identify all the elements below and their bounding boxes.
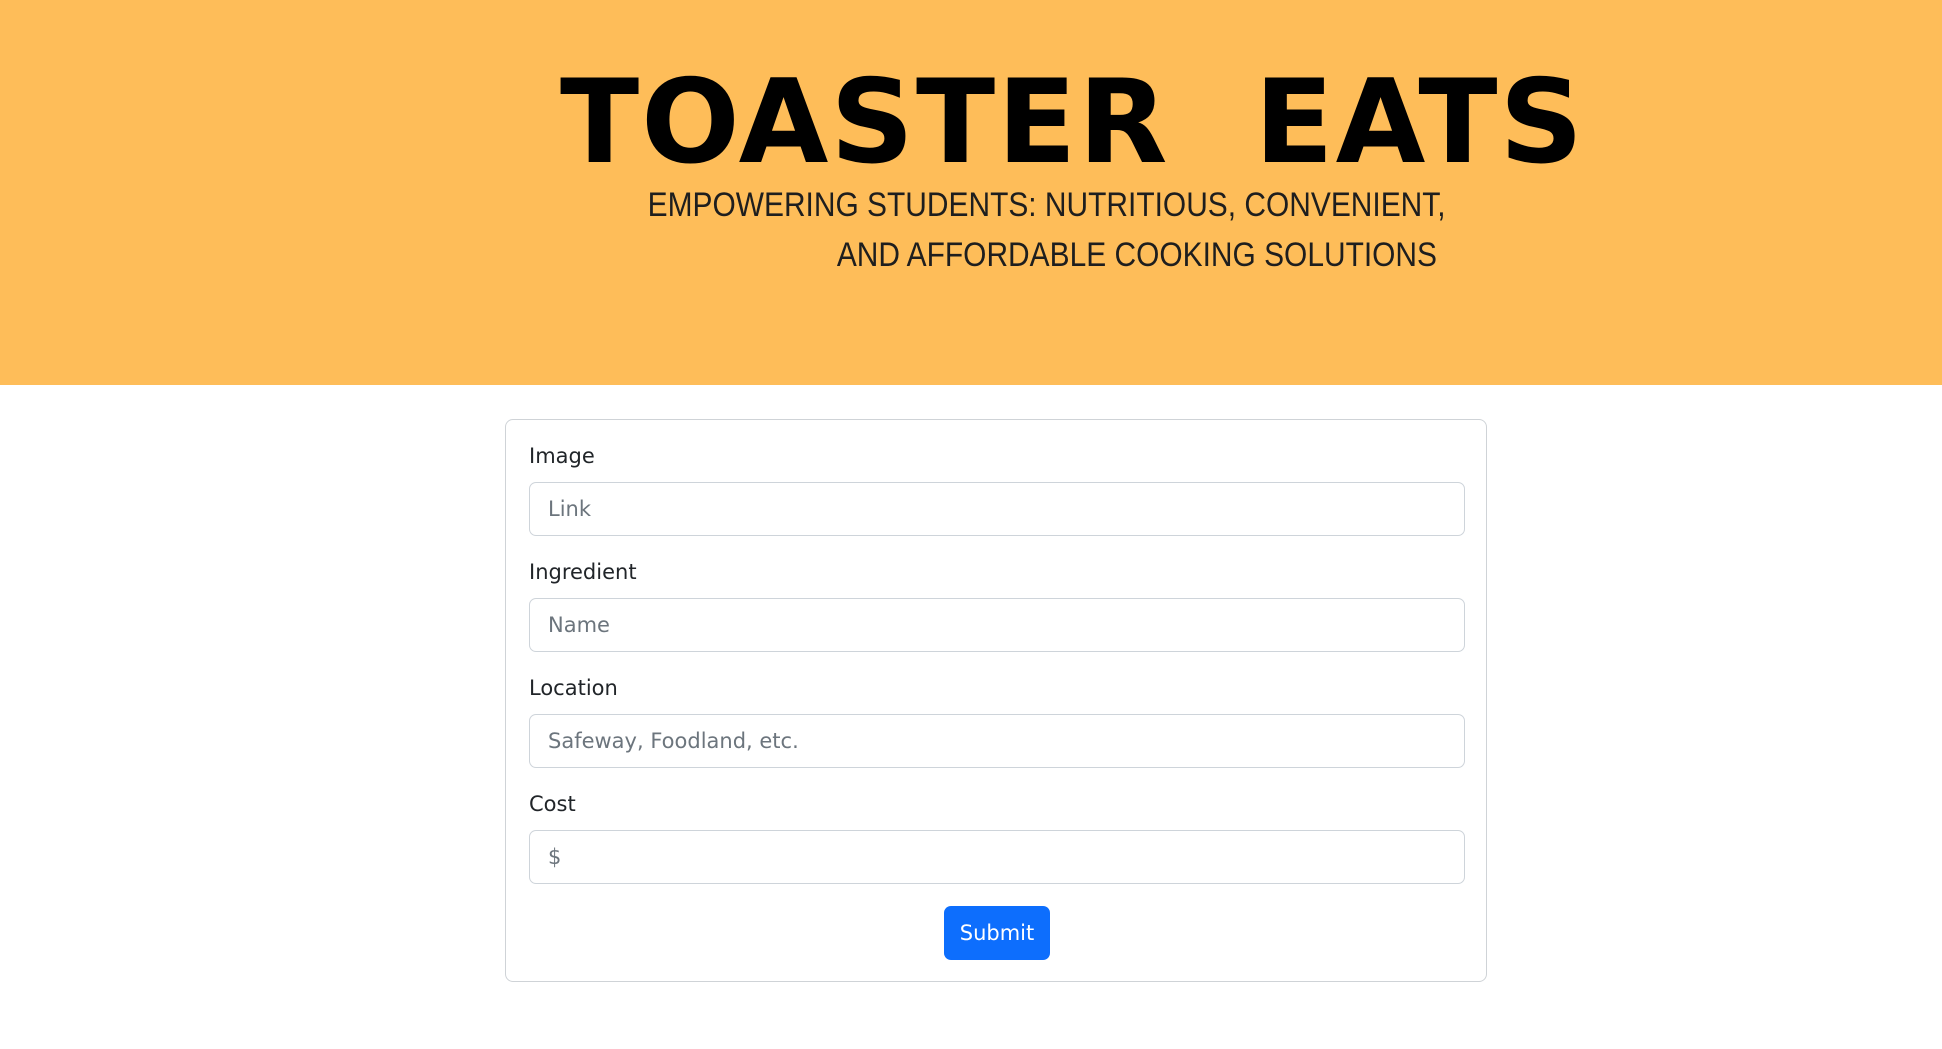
site-title: TOASTER EATS — [560, 55, 1586, 190]
location-input[interactable] — [529, 714, 1465, 768]
tagline-line-1: EMPOWERING STUDENTS: NUTRITIOUS, CONVENI… — [647, 186, 1446, 224]
hero-banner: TOASTER EATS EMPOWERING STUDENTS: NUTRIT… — [0, 0, 1942, 385]
ingredient-name-input[interactable] — [529, 598, 1465, 652]
image-label: Image — [529, 444, 595, 468]
location-label: Location — [529, 676, 618, 700]
site-tagline: EMPOWERING STUDENTS: NUTRITIOUS, CONVENI… — [647, 180, 1446, 280]
cost-label: Cost — [529, 792, 576, 816]
cost-input[interactable] — [529, 830, 1465, 884]
image-link-input[interactable] — [529, 482, 1465, 536]
add-ingredient-form: Image Ingredient Location Cost Submit — [505, 419, 1487, 982]
ingredient-label: Ingredient — [529, 560, 637, 584]
submit-button[interactable]: Submit — [944, 906, 1050, 960]
tagline-line-2: AND AFFORDABLE COOKING SOLUTIONS — [836, 236, 1437, 274]
